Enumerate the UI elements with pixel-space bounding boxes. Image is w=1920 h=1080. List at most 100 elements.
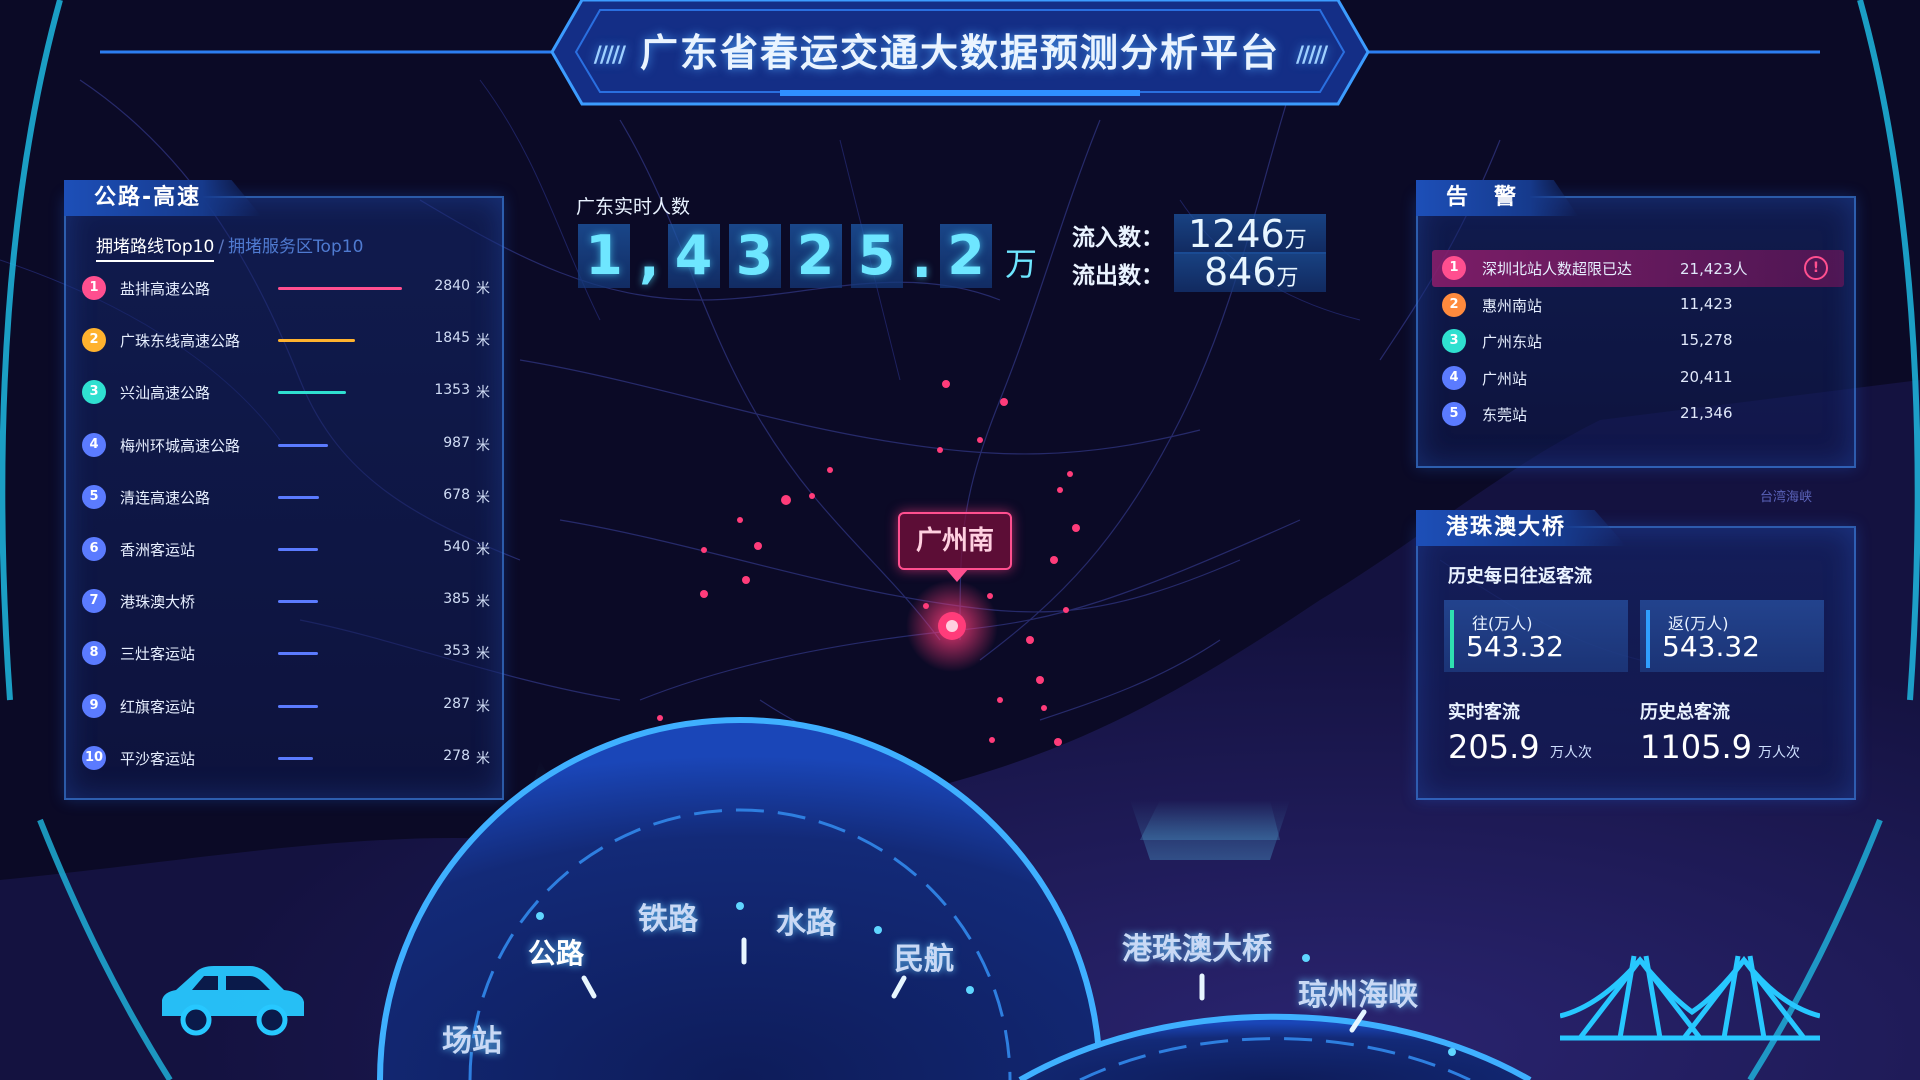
alert-rank-badge: 3 [1442, 329, 1466, 354]
title-deco-left: ///// [593, 43, 626, 68]
realtime-flow-label: 实时客流 [1448, 702, 1520, 723]
outbound-up-arrow-icon [1450, 610, 1454, 668]
page-title: ///// 广东省春运交通大数据预测分析平台 ///// [0, 22, 1920, 77]
counter-separator: , [639, 227, 660, 290]
congestion-length: 287 [443, 695, 470, 712]
outbound-flow-card: 往(万人) 543.32 [1444, 600, 1628, 672]
bridge-subtitle: 历史每日往返客流 [1448, 566, 1592, 587]
dial-item-highway[interactable]: 公路 [528, 932, 584, 972]
warning-icon[interactable]: ! [1804, 256, 1828, 280]
tab-congested-routes[interactable]: 拥堵路线Top10 [96, 237, 215, 262]
unit-label: 米 [476, 750, 490, 767]
list-item[interactable]: 9 红旗客运站 287 米 [82, 690, 490, 742]
route-name: 清连高速公路 [120, 488, 211, 507]
congestion-ranking-list: 1 盐排高速公路 2840 米 2 广珠东线高速公路 1845 米 3 兴汕高速公路 1353 米… [82, 272, 490, 794]
route-name: 港珠澳大桥 [120, 593, 196, 612]
alert-station-name: 惠州南站 [1482, 296, 1543, 315]
outflow-label: 流出数： [1072, 263, 1164, 289]
alert-station-name: 广州东站 [1482, 333, 1543, 352]
counter-digit: 5 [850, 224, 903, 288]
total-flow-value: 1105.9 [1640, 728, 1752, 766]
congestion-length: 540 [443, 538, 470, 555]
alert-item[interactable]: 3 广州东站 15,278 [1432, 323, 1844, 360]
inflow-label: 流入数： [1072, 225, 1164, 251]
title-deco-right: ///// [1296, 43, 1328, 68]
counter-unit: 万 [1005, 245, 1038, 283]
total-flow-label: 历史总客流 [1640, 702, 1730, 723]
alert-station-name: 广州站 [1482, 369, 1528, 388]
header: ///// 广东省春运交通大数据预测分析平台 ///// [0, 0, 1920, 120]
outflow-unit: 万 [1276, 266, 1299, 291]
dial-item-aviation[interactable]: 民航 [894, 934, 954, 978]
route-name: 广珠东线高速公路 [120, 332, 241, 351]
alert-item[interactable]: 5 东莞站 21,346 [1432, 396, 1844, 433]
congestion-bar [278, 495, 319, 499]
list-item[interactable]: 10 平沙客运站 278 米 [82, 742, 490, 794]
highway-panel: 公路-高速 拥堵路线Top10/拥堵服务区Top10 1 盐排高速公路 2840 米 … [64, 180, 504, 800]
route-name: 香洲客运站 [120, 540, 196, 559]
list-item[interactable]: 3 兴汕高速公路 1353 米 [82, 376, 490, 428]
alert-count: 20,411 [1680, 367, 1733, 386]
unit-label: 米 [476, 594, 490, 611]
congestion-length: 1353 [434, 382, 470, 399]
alert-item[interactable]: 4 广州站 20,411 [1432, 360, 1844, 397]
return-down-arrow-icon [1646, 610, 1650, 668]
highway-panel-title: 公路-高速 [64, 180, 262, 216]
route-name: 兴汕高速公路 [120, 384, 211, 403]
list-item[interactable]: 4 梅州环城高速公路 987 米 [82, 429, 490, 481]
map-marker-pointer [945, 568, 969, 582]
unit-label: 米 [476, 437, 490, 454]
realtime-counter: 1,4325.2万 [578, 224, 1037, 290]
map-marker-guangzhou-south[interactable]: 广州南 [898, 512, 1012, 570]
unit-label: 米 [476, 333, 490, 350]
congestion-length: 278 [443, 747, 470, 764]
alert-list: 1 深圳北站人数超限已达 21,423人! 2 惠州南站 11,423 3 广州东站 15,… [1432, 250, 1844, 433]
rank-badge: 3 [82, 380, 106, 405]
congestion-bar [278, 547, 318, 551]
unit-label: 米 [476, 698, 490, 715]
alert-item[interactable]: 2 惠州南站 11,423 [1432, 287, 1844, 324]
rank-badge: 7 [82, 589, 106, 614]
alert-panel: 告 警 1 深圳北站人数超限已达 21,423人! 2 惠州南站 11,423 3 广州东… [1416, 180, 1856, 468]
tab-congested-service-areas[interactable]: 拥堵服务区Top10 [228, 237, 363, 257]
dial-item-hzmb[interactable]: 港珠澳大桥 [1122, 924, 1272, 968]
rank-badge: 6 [82, 536, 106, 561]
title-label: 广东省春运交通大数据预测分析平台 [639, 31, 1280, 75]
list-item[interactable]: 5 清连高速公路 678 米 [82, 481, 490, 533]
alert-count: 21,346 [1680, 404, 1733, 423]
list-item[interactable]: 7 港珠澳大桥 385 米 [82, 585, 490, 637]
congestion-bar [278, 704, 318, 708]
list-item[interactable]: 2 广珠东线高速公路 1845 米 [82, 324, 490, 376]
congestion-length: 385 [443, 591, 470, 608]
congestion-length: 2840 [434, 278, 470, 294]
outbound-value: 543.32 [1466, 630, 1564, 663]
congestion-bar [278, 287, 402, 290]
car-icon [162, 966, 304, 1036]
congestion-length: 1845 [434, 330, 470, 347]
route-name: 三灶客运站 [120, 645, 196, 664]
congestion-bar [278, 391, 346, 395]
congestion-bar [278, 443, 328, 447]
alert-panel-title: 告 警 [1416, 180, 1579, 216]
alert-rank-badge: 1 [1442, 256, 1466, 280]
rank-badge: 4 [82, 432, 106, 457]
list-item[interactable]: 8 三灶客运站 353 米 [82, 637, 490, 689]
list-item[interactable]: 1 盐排高速公路 2840 米 [82, 272, 490, 324]
alert-item[interactable]: 1 深圳北站人数超限已达 21,423人! [1432, 250, 1844, 287]
dial-item-qiongzhou-strait[interactable]: 琼州海峡 [1298, 970, 1418, 1014]
alert-count: 15,278 [1680, 331, 1733, 350]
route-name: 梅州环城高速公路 [120, 436, 241, 455]
unit-label: 米 [476, 385, 490, 402]
dial-item-stations[interactable]: 场站 [442, 1016, 502, 1060]
outflow-value-box: 846万 [1174, 252, 1326, 292]
tab-separator: / [218, 237, 225, 257]
dial-item-waterway[interactable]: 水路 [776, 898, 836, 942]
alert-station-name: 深圳北站人数超限已达 [1482, 260, 1633, 278]
list-item[interactable]: 6 香洲客运站 540 米 [82, 533, 490, 585]
unit-label: 米 [476, 646, 490, 663]
alert-rank-badge: 5 [1442, 402, 1466, 427]
dial-item-railway[interactable]: 铁路 [638, 894, 698, 938]
alert-count: 11,423 [1680, 294, 1733, 313]
realtime-count-label: 广东实时人数 [576, 196, 691, 218]
bridge-panel-title: 港珠澳大桥 [1416, 510, 1627, 546]
